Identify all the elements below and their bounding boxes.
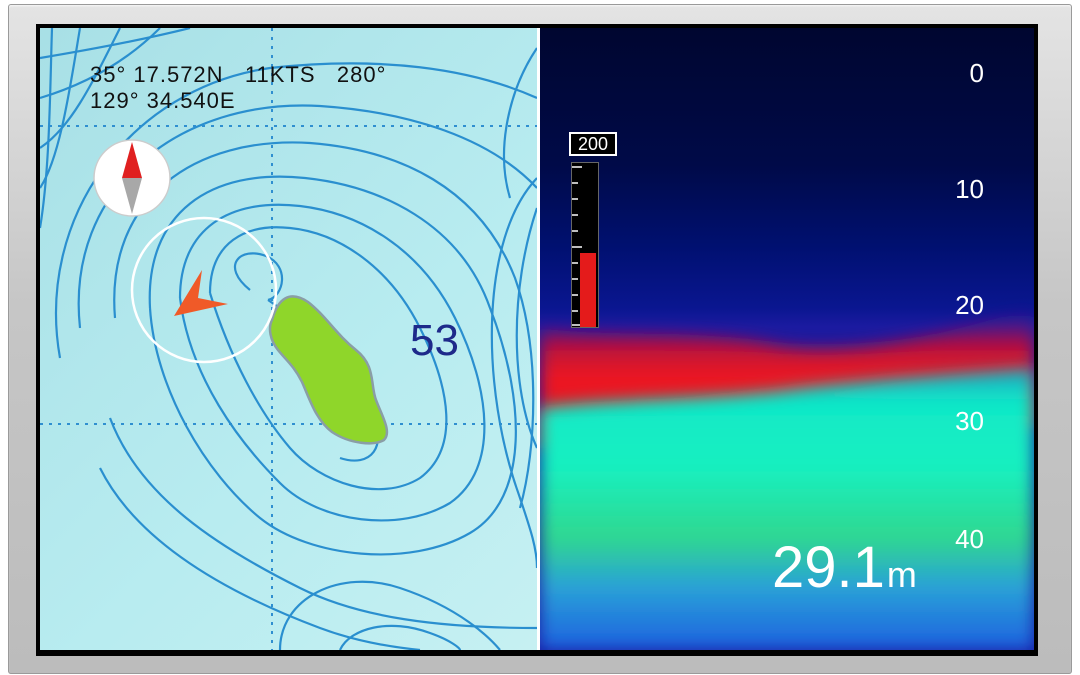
speed: 11KTS bbox=[244, 62, 316, 87]
depth-scale-label: 20 bbox=[955, 290, 984, 320]
nautical-chart bbox=[40, 28, 537, 650]
gain-max-label: 200 bbox=[569, 132, 617, 156]
gain-level-fill bbox=[580, 253, 596, 327]
depth-readout: 29.1m bbox=[772, 534, 917, 601]
fish-finder-panel[interactable]: 0 10 20 30 40 200 29.1m bbox=[540, 28, 1034, 650]
latitude: 35° 17.572N bbox=[90, 62, 224, 87]
longitude: 129° 34.540E bbox=[90, 88, 236, 113]
compass-north-icon[interactable] bbox=[93, 139, 171, 217]
depth-scale-label: 0 bbox=[969, 58, 984, 88]
depth-scale-label: 10 bbox=[955, 174, 984, 204]
chart-depth-label: 53 bbox=[410, 316, 459, 365]
island bbox=[268, 295, 389, 445]
depth-unit: m bbox=[886, 554, 917, 595]
chart-plotter-panel[interactable]: 35° 17.572N 11KTS 280° 129° 34.540E 53 bbox=[40, 28, 537, 650]
screen: 35° 17.572N 11KTS 280° 129° 34.540E 53 0… bbox=[36, 24, 1038, 656]
depth-value: 29.1 bbox=[772, 535, 885, 600]
position-readout: 35° 17.572N 11KTS 280° 129° 34.540E bbox=[90, 62, 386, 114]
heading: 280° bbox=[336, 62, 387, 87]
range-ring bbox=[130, 216, 278, 364]
gain-track bbox=[571, 162, 599, 328]
gain-indicator[interactable]: 200 bbox=[569, 132, 619, 328]
depth-scale-label: 30 bbox=[955, 406, 984, 436]
